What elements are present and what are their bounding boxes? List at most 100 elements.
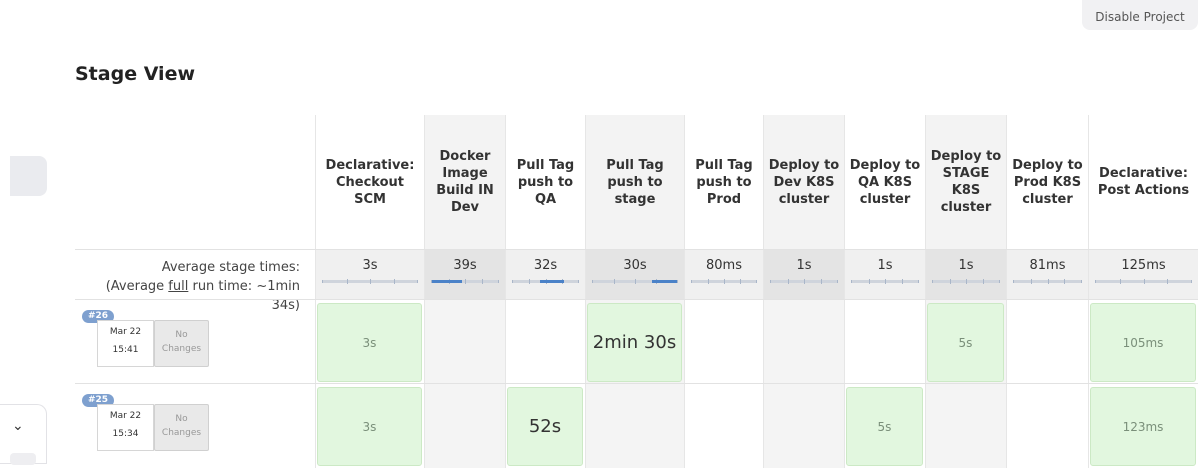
bar-tick (393, 279, 395, 284)
build-date-box: Mar 22 15:41 (97, 320, 154, 367)
stage-cell (585, 384, 684, 468)
bar-tick (708, 279, 709, 284)
build-date: Mar 22 (109, 327, 142, 337)
bar-tick (804, 279, 805, 284)
avg-run-suffix: run time: ~1min 34s) (188, 279, 300, 313)
stage-average-time: 3s (362, 258, 378, 273)
stage-average-time: 125ms (1121, 258, 1166, 273)
row-divider (75, 383, 1198, 384)
sidebar-collapsed-item[interactable] (10, 156, 47, 196)
stage-header: Declarative: Checkout SCM (315, 115, 424, 249)
stage-average-bar (770, 279, 838, 284)
stage-header: Docker Image Build IN Dev (424, 115, 505, 249)
stage-average: 30s (585, 249, 684, 299)
stage-average-time: 30s (623, 258, 647, 273)
sidebar-bottom-panel: ⌄ (0, 404, 47, 465)
stage-average: 39s (424, 249, 505, 299)
stage-average-time: 32s (533, 258, 558, 273)
build-date-box: Mar 22 15:34 (97, 404, 154, 451)
stage-cell (505, 300, 585, 384)
bar-tick (885, 279, 886, 284)
bar-tick (346, 279, 348, 284)
stage-cell (925, 384, 1006, 468)
bar-tick (820, 279, 822, 284)
stage-header: Deploy to Dev K8S cluster (763, 115, 844, 249)
stage-average-bar-fill (651, 280, 677, 283)
stage-cell (684, 300, 763, 384)
average-stage-times-label: Average stage times: (Average full run t… (75, 258, 300, 315)
stage-cell (763, 300, 844, 384)
bar-tick (740, 279, 741, 284)
bar-tick (1119, 279, 1121, 284)
stage-average-bar-fill (432, 280, 462, 283)
bar-tick (529, 279, 531, 284)
bar-tick (724, 279, 725, 284)
stage-average-time: 81ms (1029, 258, 1066, 273)
stage-average: 80ms (684, 249, 763, 299)
stage-average-bar (851, 279, 919, 284)
stage-cell (844, 300, 925, 384)
bar-tick (982, 279, 984, 284)
bar-tick (481, 279, 483, 284)
stage-average-time: 80ms (706, 258, 742, 273)
stage-header: Deploy to STAGE K8S cluster (925, 115, 1006, 249)
chevron-down-icon[interactable]: ⌄ (12, 419, 24, 433)
build-time: 15:34 (112, 429, 139, 439)
stage-average: 1s (844, 249, 925, 299)
bar-tick (614, 279, 615, 284)
stage-header: Deploy to Prod K8S cluster (1006, 115, 1088, 249)
bar-tick (901, 279, 903, 284)
bar-tick (949, 279, 951, 284)
stage-average: 125ms (1088, 249, 1198, 299)
bar-tick (370, 279, 371, 284)
stage-cell (424, 300, 505, 384)
stage-cell (684, 384, 763, 468)
stage-average-bar (512, 279, 579, 284)
bar-tick (1047, 279, 1049, 284)
build-date: Mar 22 (109, 411, 142, 421)
stage-cell (424, 384, 505, 468)
stage-success-cell[interactable]: 3s (317, 387, 422, 466)
stage-success-cell[interactable]: 5s (927, 303, 1004, 382)
bar-tick (635, 279, 636, 284)
stage-cell (1006, 300, 1088, 384)
stage-header: Declarative: Post Actions (1088, 115, 1198, 249)
stage-average-bar (592, 279, 678, 284)
avg-run-prefix: (Average (105, 279, 169, 294)
full-run-link[interactable]: full (168, 279, 188, 294)
stage-average: 3s (315, 249, 424, 299)
bar-tick (1143, 279, 1145, 284)
stage-average-bar (932, 279, 1000, 284)
stage-average-bar (322, 279, 418, 284)
bar-tick (1064, 279, 1066, 284)
stage-average-time: 39s (453, 258, 477, 273)
stage-success-cell[interactable]: 123ms (1090, 387, 1196, 466)
stage-header: Pull Tag push to QA (505, 115, 585, 249)
sidebar-mini-item[interactable] (10, 453, 36, 465)
stage-average: 32s (505, 249, 585, 299)
stage-average-bar (1013, 279, 1082, 284)
stage-success-cell[interactable]: 2min 30s (587, 303, 682, 382)
stage-success-cell[interactable]: 52s (507, 387, 583, 466)
bar-tick (787, 279, 789, 284)
stage-average-time: 1s (796, 258, 812, 273)
build-changes-box[interactable]: No Changes (154, 404, 209, 451)
stage-average-time: 1s (958, 258, 974, 273)
stage-average-bar-fill (540, 280, 564, 283)
row-divider (75, 299, 1198, 300)
stage-success-cell[interactable]: 5s (846, 387, 923, 466)
build-changes-box[interactable]: No Changes (154, 320, 209, 367)
stage-success-cell[interactable]: 105ms (1090, 303, 1196, 382)
disable-project-button[interactable]: Disable Project (1082, 0, 1198, 30)
stage-cell (763, 384, 844, 468)
stage-success-cell[interactable]: 3s (317, 303, 422, 382)
stage-cell (1006, 384, 1088, 468)
page-title: Stage View (75, 63, 196, 85)
stage-average: 1s (925, 249, 1006, 299)
stage-header: Pull Tag push to Prod (684, 115, 763, 249)
stage-average: 81ms (1006, 249, 1088, 299)
bar-tick (868, 279, 870, 284)
average-stage-times-title: Average stage times: (161, 260, 300, 275)
stage-average-bar (431, 279, 499, 284)
row-divider (75, 249, 1198, 250)
